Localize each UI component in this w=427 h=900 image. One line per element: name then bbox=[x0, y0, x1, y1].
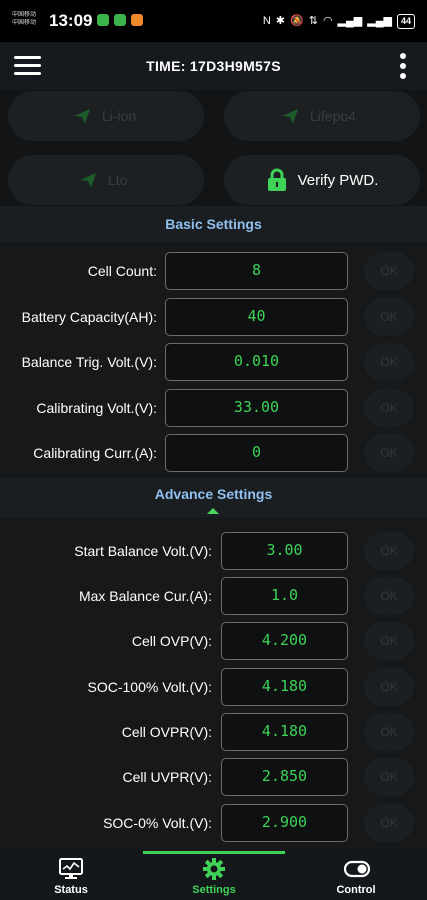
status-icons: N ✱ 🔕 ⇅ ◠ ▂▄▆ ▂▄▆ 44 bbox=[263, 12, 415, 30]
calibrating-curr-label: Calibrating Curr.(A): bbox=[33, 445, 157, 461]
max-balance-cur-label: Max Balance Cur.(A): bbox=[78, 588, 212, 604]
data-icon: ⇅ bbox=[308, 14, 318, 27]
soc-0-volt-field[interactable]: 2.900 bbox=[221, 804, 348, 842]
cell-count-label: Cell Count: bbox=[87, 263, 157, 279]
start-balance-volt-ok-button[interactable]: OK bbox=[364, 532, 414, 570]
mute-icon: 🔕 bbox=[290, 14, 304, 27]
signal-2-icon: ▂▄▆ bbox=[367, 14, 392, 27]
page-title: TIME: 17D3H9M57S bbox=[146, 58, 281, 74]
tab-control[interactable]: Control bbox=[285, 851, 427, 900]
carrier-2: 中国移动 bbox=[12, 20, 37, 26]
status-bar: 中国移动 中国移动 13:09 N ✱ 🔕 ⇅ ◠ ▂▄▆ ▂▄▆ 44 bbox=[0, 0, 427, 42]
soc-100-volt-label: SOC-100% Volt.(V): bbox=[87, 679, 213, 695]
verify-password-label: Verify PWD. bbox=[297, 171, 379, 189]
balance-trig-volt-field[interactable]: 0.010 bbox=[165, 343, 348, 381]
signal-1-icon: ▂▄▆ bbox=[337, 14, 363, 27]
send-icon bbox=[80, 173, 96, 188]
monitor-icon bbox=[59, 858, 83, 879]
li-ion-label: Li-ion bbox=[102, 108, 137, 124]
calibrating-curr-ok-button[interactable]: OK bbox=[364, 434, 414, 472]
calibrating-volt-label: Calibrating Volt.(V): bbox=[36, 400, 157, 416]
calibrating-volt-field[interactable]: 33.00 bbox=[165, 389, 348, 427]
app-notification-icon bbox=[131, 14, 143, 26]
tab-status-label: Status bbox=[54, 884, 88, 896]
advance-settings-title: Advance Settings bbox=[154, 486, 273, 502]
cell-ovp-label: Cell OVP(V): bbox=[131, 633, 212, 649]
more-options-icon[interactable] bbox=[399, 53, 407, 79]
balance-trig-volt-label: Balance Trig. Volt.(V): bbox=[21, 354, 157, 370]
bluetooth-icon: ✱ bbox=[275, 14, 286, 27]
message-notification-icon bbox=[114, 14, 126, 26]
send-icon bbox=[74, 109, 90, 124]
toggle-icon bbox=[343, 860, 371, 878]
battery-icon: 44 bbox=[396, 13, 415, 29]
max-balance-cur-ok-button[interactable]: OK bbox=[364, 577, 414, 615]
start-balance-volt-field[interactable]: 3.00 bbox=[221, 532, 348, 570]
wifi-icon: ◠ bbox=[322, 14, 333, 27]
lifepo4-button[interactable]: Lifepo4 bbox=[224, 91, 420, 141]
gear-icon bbox=[203, 858, 225, 880]
cell-ovpr-label: Cell OVPR(V): bbox=[121, 724, 212, 740]
collapse-chevron-icon[interactable] bbox=[207, 508, 219, 514]
soc-0-volt-label: SOC-0% Volt.(V): bbox=[103, 815, 212, 831]
app-bar: TIME: 17D3H9M57S bbox=[0, 42, 427, 90]
tab-control-label: Control bbox=[336, 884, 376, 896]
lto-button[interactable]: Lto bbox=[8, 155, 204, 205]
battery-type-panel: Li-ion Lifepo4 Lto Verify PWD. bbox=[0, 90, 427, 206]
calibrating-curr-field[interactable]: 0 bbox=[165, 434, 348, 472]
start-balance-volt-label: Start Balance Volt.(V): bbox=[74, 543, 212, 559]
tab-settings[interactable]: Settings bbox=[143, 851, 285, 900]
battery-capacity-label: Battery Capacity(AH): bbox=[21, 309, 157, 325]
soc-100-volt-ok-button[interactable]: OK bbox=[364, 668, 414, 706]
verify-password-button[interactable]: Verify PWD. bbox=[224, 155, 420, 205]
send-icon bbox=[282, 109, 298, 124]
cell-uvpr-ok-button[interactable]: OK bbox=[364, 758, 414, 796]
advance-settings-section bbox=[0, 518, 427, 851]
cell-count-ok-button[interactable]: OK bbox=[364, 252, 414, 290]
cell-ovp-field[interactable]: 4.200 bbox=[221, 622, 348, 660]
calibrating-volt-ok-button[interactable]: OK bbox=[364, 389, 414, 427]
lock-icon bbox=[267, 168, 286, 191]
status-clock: 13:09 bbox=[49, 11, 93, 30]
tab-status[interactable]: Status bbox=[0, 851, 142, 900]
battery-capacity-field[interactable]: 40 bbox=[165, 298, 348, 336]
wechat-notification-icon bbox=[97, 14, 109, 26]
cell-count-field[interactable]: 8 bbox=[165, 252, 348, 290]
soc-0-volt-ok-button[interactable]: OK bbox=[364, 804, 414, 842]
soc-100-volt-field[interactable]: 4.180 bbox=[221, 668, 348, 706]
cell-ovpr-ok-button[interactable]: OK bbox=[364, 713, 414, 751]
li-ion-button[interactable]: Li-ion bbox=[8, 91, 204, 141]
lifepo4-label: Lifepo4 bbox=[310, 108, 356, 124]
cell-ovpr-field[interactable]: 4.180 bbox=[221, 713, 348, 751]
cell-ovp-ok-button[interactable]: OK bbox=[364, 622, 414, 660]
nfc-icon: N bbox=[262, 14, 271, 27]
carrier-1: 中国移动 bbox=[12, 12, 37, 18]
cell-uvpr-label: Cell UVPR(V): bbox=[122, 769, 212, 785]
balance-trig-volt-ok-button[interactable]: OK bbox=[364, 343, 414, 381]
lto-label: Lto bbox=[108, 172, 128, 188]
tab-settings-label: Settings bbox=[192, 884, 236, 896]
carrier-info: 中国移动 中国移动 bbox=[12, 11, 48, 27]
basic-settings-header: Basic Settings bbox=[0, 206, 427, 242]
cell-uvpr-field[interactable]: 2.850 bbox=[221, 758, 348, 796]
battery-capacity-ok-button[interactable]: OK bbox=[364, 298, 414, 336]
max-balance-cur-field[interactable]: 1.0 bbox=[221, 577, 348, 615]
